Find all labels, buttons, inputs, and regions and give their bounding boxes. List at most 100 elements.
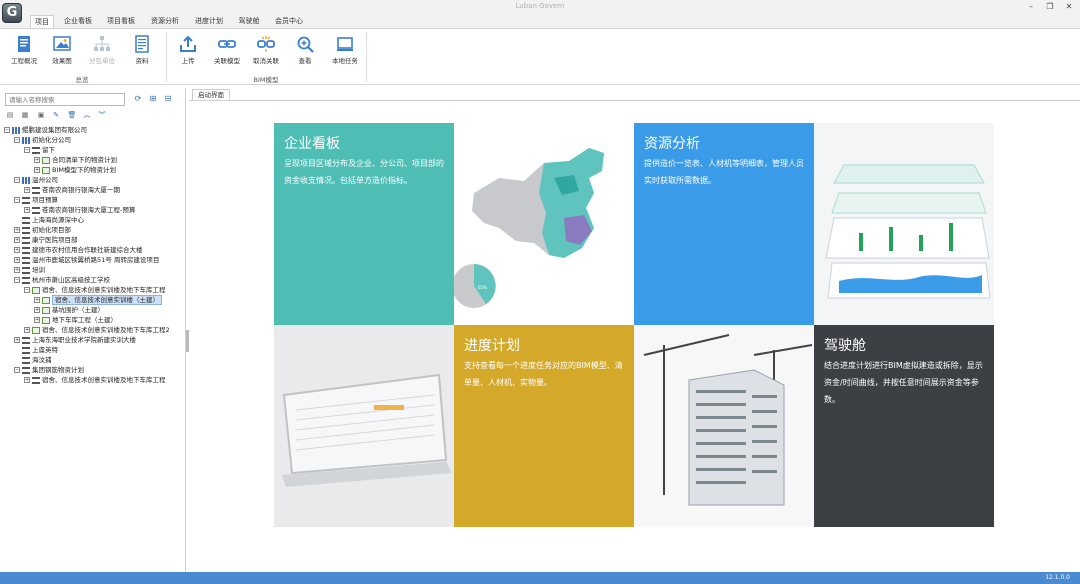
add-item-icon[interactable]: ▣	[36, 110, 46, 120]
refresh-icon[interactable]: ⟳	[133, 94, 143, 104]
tab-resource-analysis[interactable]: 资源分析	[147, 15, 183, 28]
tile-schedule[interactable]: 进度计划 支持查看每一个进度任务对应的BIM模型、清单量、人材机、实物量。	[454, 325, 634, 527]
edit-icon[interactable]: ✎	[51, 110, 61, 120]
search-input[interactable]	[5, 93, 125, 106]
tree-node[interactable]: + 合同清单下的物资计划	[34, 155, 117, 165]
tree-node[interactable]: 上海海尚源深中心	[14, 215, 84, 225]
collapse-toggle-icon[interactable]: −	[14, 197, 20, 203]
ribbon-separator	[366, 32, 367, 82]
expand-toggle-icon[interactable]: +	[24, 377, 30, 383]
collapse-toggle-icon[interactable]: −	[4, 127, 10, 133]
collapse-toggle-icon[interactable]: −	[14, 367, 20, 373]
tree-node[interactable]: − 温州公司	[14, 175, 58, 185]
collapse-all-icon[interactable]: ⊟	[163, 94, 173, 104]
delete-icon[interactable]: 🗑	[67, 110, 77, 120]
tree-node[interactable]: + 宿舍、信息技术创意实训楼及地下车库工程	[24, 375, 166, 385]
collapse-toggle-icon[interactable]: −	[24, 147, 30, 153]
tile-enterprise-board[interactable]: 企业看板 呈现项目区域分布及企业、分公司、项目部的资金收支情况。包括单方造价指标…	[274, 123, 454, 325]
project-icon	[22, 196, 30, 204]
tree-node[interactable]: + 初始化项目部	[14, 225, 71, 235]
tree-node[interactable]: + BIM模型下的物资计划	[34, 165, 116, 175]
project-overview-button[interactable]: 工程概况	[6, 33, 42, 71]
tree-node[interactable]: + 培训	[14, 265, 45, 275]
project-icon	[32, 146, 40, 154]
tree-node[interactable]: + 地下车库工程（土建）	[34, 315, 117, 325]
expand-toggle-icon[interactable]: +	[14, 247, 20, 253]
expand-toggle-icon[interactable]: +	[24, 187, 30, 193]
expand-toggle-icon[interactable]: +	[24, 327, 30, 333]
tab-cockpit[interactable]: 驾驶舱	[235, 15, 263, 28]
expand-toggle-icon[interactable]: +	[34, 157, 40, 163]
unlink-button[interactable]: 取消关联	[248, 33, 284, 71]
materials-button[interactable]: 资料	[124, 33, 160, 71]
startup-tab[interactable]: 启动界面	[192, 89, 230, 100]
version-label: 12.1.0.0	[1045, 574, 1070, 581]
expand-all-icon[interactable]: ⊞	[148, 94, 158, 104]
tree-node[interactable]: + 宿舍、信息技术创意实训楼及地下车库工程2	[24, 325, 170, 335]
subcontractor-button[interactable]: 分包单位	[84, 33, 120, 71]
tree-node[interactable]: + 上海东海职业技术学院新建实训大楼	[14, 335, 136, 345]
tree-node-label: BIM模型下的物资计划	[52, 166, 116, 174]
tree-node[interactable]: + 苍南农商银行银海大厦工程-预算	[24, 205, 135, 215]
tab-project-board[interactable]: 项目看板	[103, 15, 139, 28]
tree-node[interactable]: − 杭州市萧山区高级技工学校	[14, 275, 110, 285]
rendering-button[interactable]: 效果图	[44, 33, 80, 71]
tree-node[interactable]: − 宿舍、信息技术创意实训楼及地下车库工程	[24, 285, 166, 295]
tree-node[interactable]: − 集团钢筋物资计划	[14, 365, 84, 375]
expand-toggle-icon[interactable]: +	[34, 307, 40, 313]
expand-toggle-icon[interactable]: +	[14, 337, 20, 343]
close-button[interactable]: ✕	[1062, 1, 1076, 12]
tree-node[interactable]: − 项目预算	[14, 195, 58, 205]
zoom-icon	[297, 36, 314, 53]
collapse-toggle-icon[interactable]: −	[14, 277, 20, 283]
project-icon	[22, 276, 30, 284]
picture-icon	[53, 36, 71, 51]
tab-member-center[interactable]: 会员中心	[271, 15, 307, 28]
unlink-icon	[257, 36, 275, 52]
materials-label: 资料	[135, 57, 149, 65]
add-folder-icon[interactable]: ▤	[5, 110, 15, 120]
restore-button[interactable]: ❐	[1043, 1, 1057, 12]
main-tab-bar: 项目 企业看板 项目看板 资源分析 进度计划 驾驶舱 会员中心	[0, 14, 1080, 28]
upload-button[interactable]: 上传	[170, 33, 206, 71]
expand-toggle-icon[interactable]: +	[34, 297, 40, 303]
expand-toggle-icon[interactable]: +	[34, 317, 40, 323]
expand-toggle-icon[interactable]: +	[24, 207, 30, 213]
expand-toggle-icon[interactable]: +	[14, 267, 20, 273]
tree-node[interactable]: − 留下	[24, 145, 55, 155]
local-task-button[interactable]: 本地任务	[327, 33, 363, 71]
collapse-toggle-icon[interactable]: −	[24, 287, 30, 293]
tree-node[interactable]: 上虞英特	[14, 345, 58, 355]
expand-toggle-icon[interactable]: +	[14, 227, 20, 233]
tree-node[interactable]: − 鲲鹏建设集团有限公司	[4, 125, 87, 135]
tile-resource-analysis[interactable]: 资源分析 提供造价一览表、人材机等明细表，管理人员实时获取所需数据。	[634, 123, 814, 325]
tab-project[interactable]: 项目	[30, 15, 54, 28]
view-button[interactable]: 查看	[287, 33, 323, 71]
tree-node-selected[interactable]: + 宿舍、信息技术创意实训楼（土建）	[34, 295, 162, 305]
project-icon	[22, 236, 30, 244]
expand-toggle-icon[interactable]: +	[14, 237, 20, 243]
minimize-button[interactable]: –	[1024, 1, 1038, 12]
add-sub-icon[interactable]: ▦	[20, 110, 30, 120]
project-icon	[22, 366, 30, 374]
tree-node[interactable]: + 温州市鹿城区犊翼桥路51号 周转房建设项目	[14, 255, 159, 265]
tile-cockpit[interactable]: 驾驶舱 结合进度计划进行BIM虚拟建造或拆除，显示资金/时间曲线，并按任意时间展…	[814, 325, 994, 527]
app-logo[interactable]: G	[2, 3, 22, 23]
tile-description: 支持查看每一个进度任务对应的BIM模型、清单量、人材机、实物量。	[464, 361, 623, 387]
tree-node[interactable]: − 初始化分公司	[14, 135, 71, 145]
tab-schedule[interactable]: 进度计划	[191, 15, 227, 28]
collapse-toggle-icon[interactable]: −	[14, 177, 20, 183]
tree-node[interactable]: + 建德市农村信用合作联社新建综合大楼	[14, 245, 143, 255]
collapse-toggle-icon[interactable]: −	[14, 137, 20, 143]
expand-toggle-icon[interactable]: +	[34, 167, 40, 173]
building-icon	[643, 334, 813, 506]
tree-node[interactable]: + 苍南农商银行银海大厦一期	[24, 185, 120, 195]
tab-enterprise-board[interactable]: 企业看板	[60, 15, 96, 28]
tree-node[interactable]: + 基坑围护（土建）	[34, 305, 104, 315]
expand-toggle-icon[interactable]: +	[14, 257, 20, 263]
move-up-icon[interactable]: ︽	[82, 110, 92, 120]
move-down-icon[interactable]: ︾	[97, 110, 107, 120]
tree-node[interactable]: + 康宁医院项目部	[14, 235, 78, 245]
tree-node[interactable]: 海汶捕	[14, 355, 52, 365]
link-model-button[interactable]: 关联模型	[209, 33, 245, 71]
